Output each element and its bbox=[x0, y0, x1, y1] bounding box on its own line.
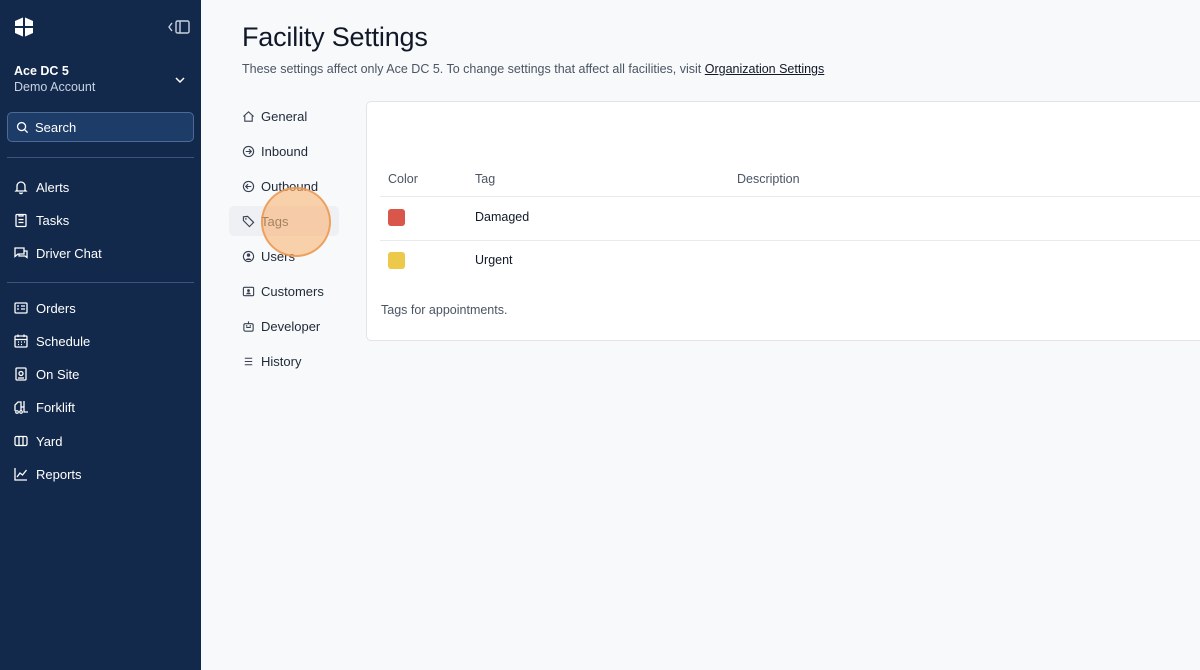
sidebar-item-label: Forklift bbox=[36, 399, 75, 415]
home-icon bbox=[243, 110, 254, 122]
subnav-history[interactable]: History bbox=[229, 346, 339, 376]
sidebar-item-driver-chat[interactable]: Driver Chat bbox=[13, 241, 102, 265]
organization-settings-link[interactable]: Organization Settings bbox=[705, 62, 825, 76]
search-box[interactable] bbox=[7, 112, 194, 142]
sidebar-item-reports[interactable]: Reports bbox=[13, 462, 82, 486]
page-subtitle-text: These settings affect only Ace DC 5. To … bbox=[242, 62, 705, 76]
arrow-left-circle-icon bbox=[242, 180, 255, 192]
sidebar-item-yard[interactable]: Yard bbox=[13, 429, 63, 453]
sidebar-item-label: On Site bbox=[36, 366, 80, 382]
tag-icon bbox=[242, 215, 255, 227]
table-row-tag-name[interactable]: Urgent bbox=[475, 253, 513, 267]
sidebar-item-schedule[interactable]: Schedule bbox=[13, 329, 90, 353]
subnav-label: Developer bbox=[261, 318, 321, 334]
subnav-label: Outbound bbox=[261, 178, 319, 194]
sidebar-item-orders[interactable]: Orders bbox=[13, 296, 76, 320]
forklift-icon bbox=[14, 401, 28, 414]
subnav-inbound[interactable]: Inbound bbox=[229, 136, 339, 166]
sidebar-item-label: Schedule bbox=[36, 333, 91, 349]
sidebar-item-label: Orders bbox=[36, 300, 76, 316]
subnav-developer[interactable]: Developer bbox=[229, 311, 339, 341]
sidebar: Ace DC 5 Demo Account Alerts Tasks Drive… bbox=[0, 0, 201, 670]
list-icon bbox=[244, 357, 253, 365]
chevron-down-icon bbox=[175, 77, 185, 84]
sidebar-item-alerts[interactable]: Alerts bbox=[13, 175, 69, 199]
search-icon bbox=[16, 121, 29, 133]
tag-color-swatch[interactable] bbox=[388, 209, 405, 226]
bell-icon bbox=[14, 181, 28, 195]
collapse-sidebar-icon[interactable] bbox=[167, 18, 191, 36]
robot-icon bbox=[243, 320, 254, 332]
subnav-tags[interactable]: Tags bbox=[229, 206, 339, 236]
on-site-icon bbox=[15, 367, 27, 381]
subnav-general[interactable]: General bbox=[229, 101, 339, 131]
card-footer-text: Tags for appointments. bbox=[381, 303, 508, 317]
sidebar-item-label: Driver Chat bbox=[36, 245, 102, 261]
sidebar-item-forklift[interactable]: Forklift bbox=[13, 395, 75, 419]
subnav-outbound[interactable]: Outbound bbox=[229, 171, 339, 201]
sidebar-item-label: Alerts bbox=[36, 179, 70, 195]
table-divider bbox=[380, 240, 1200, 241]
sidebar-item-label: Reports bbox=[36, 466, 82, 482]
app-logo-icon[interactable] bbox=[13, 16, 35, 38]
tags-card: Color Tag Description Damaged Urgent Tag… bbox=[366, 101, 1200, 341]
clipboard-icon bbox=[15, 213, 27, 228]
sidebar-item-label: Tasks bbox=[36, 212, 70, 228]
subnav-label: Customers bbox=[261, 283, 324, 299]
user-circle-icon bbox=[242, 250, 255, 262]
sidebar-item-tasks[interactable]: Tasks bbox=[13, 208, 69, 232]
subnav-label: General bbox=[261, 108, 308, 124]
account-subtitle: Demo Account bbox=[14, 80, 96, 94]
calendar-icon bbox=[14, 334, 28, 348]
orders-icon bbox=[14, 302, 28, 314]
sidebar-item-on-site[interactable]: On Site bbox=[13, 362, 79, 386]
page-subtitle: These settings affect only Ace DC 5. To … bbox=[242, 62, 824, 76]
sidebar-divider bbox=[7, 282, 194, 283]
subnav-customers[interactable]: Customers bbox=[229, 276, 339, 306]
search-input[interactable] bbox=[35, 119, 185, 135]
sidebar-item-label: Yard bbox=[36, 433, 63, 449]
subnav-label: Users bbox=[261, 248, 295, 264]
table-divider bbox=[380, 196, 1200, 197]
subnav-label: History bbox=[261, 353, 302, 369]
column-header-description: Description bbox=[737, 172, 800, 186]
subnav-label: Inbound bbox=[261, 143, 308, 159]
account-name: Ace DC 5 bbox=[14, 64, 69, 78]
sidebar-divider bbox=[7, 157, 194, 158]
column-header-color: Color bbox=[388, 172, 418, 186]
subnav-label: Tags bbox=[261, 213, 289, 229]
line-chart-icon bbox=[14, 468, 28, 481]
chat-icon bbox=[14, 247, 28, 259]
arrow-right-circle-icon bbox=[242, 145, 255, 157]
page-title: Facility Settings bbox=[242, 22, 428, 52]
subnav-users[interactable]: Users bbox=[229, 241, 339, 271]
table-row-tag-name[interactable]: Damaged bbox=[475, 210, 529, 224]
account-switcher[interactable]: Ace DC 5 Demo Account bbox=[14, 64, 192, 100]
tag-color-swatch[interactable] bbox=[388, 252, 405, 269]
yard-icon bbox=[14, 435, 28, 447]
contact-card-icon bbox=[242, 286, 255, 296]
column-header-tag: Tag bbox=[475, 172, 496, 186]
